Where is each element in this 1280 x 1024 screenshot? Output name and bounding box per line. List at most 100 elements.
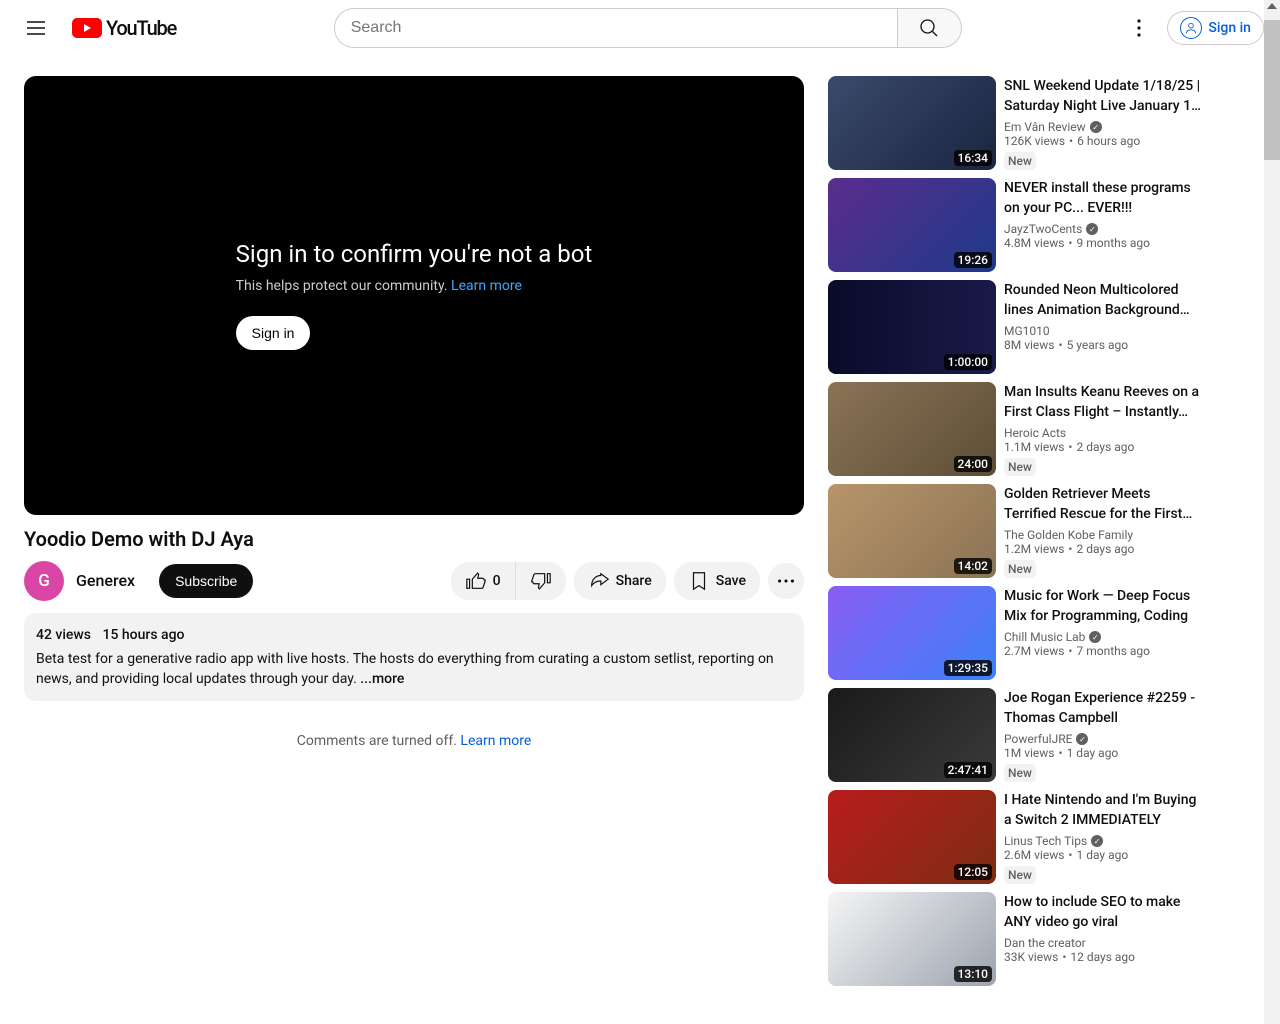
- suggestion-meta: NEVER install these programs on your PC.…: [1004, 178, 1230, 272]
- video-description[interactable]: 42 views 15 hours ago Beta test for a ge…: [24, 613, 804, 701]
- scroll-up-arrow-icon: [1267, 3, 1277, 9]
- channel-avatar[interactable]: G: [24, 561, 64, 601]
- suggestion-item[interactable]: 12:05 I Hate Nintendo and I'm Buying a S…: [828, 790, 1230, 884]
- suggestion-item[interactable]: 1:00:00 Rounded Neon Multicolored lines …: [828, 280, 1230, 374]
- player-learn-more-link[interactable]: Learn more: [451, 278, 522, 294]
- kebab-icon: [1127, 16, 1151, 40]
- duration-badge: 24:00: [954, 456, 992, 472]
- player-prompt-title: Sign in to confirm you're not a bot: [236, 240, 593, 268]
- more-actions-button[interactable]: [768, 563, 804, 599]
- new-badge: New: [1004, 560, 1036, 578]
- ellipsis-icon: [775, 570, 797, 592]
- suggestion-stats: 4.8M views•9 months ago: [1004, 236, 1206, 250]
- share-button[interactable]: Share: [574, 562, 666, 600]
- dislike-button[interactable]: [516, 562, 566, 600]
- suggestion-meta: Music for Work — Deep Focus Mix for Prog…: [1004, 586, 1230, 680]
- logo-text: YouTube: [106, 16, 176, 40]
- suggestion-item[interactable]: 14:02 Golden Retriever Meets Terrified R…: [828, 484, 1230, 578]
- duration-badge: 12:05: [954, 864, 992, 880]
- suggestion-item[interactable]: 13:10 How to include SEO to make ANY vid…: [828, 892, 1230, 986]
- duration-badge: 2:47:41: [944, 762, 992, 778]
- suggestion-item[interactable]: 2:47:41 Joe Rogan Experience #2259 - Tho…: [828, 688, 1230, 782]
- thumbs-up-icon: [465, 570, 487, 592]
- share-icon: [588, 570, 610, 592]
- thumbs-down-icon: [530, 570, 552, 592]
- suggestion-title: Golden Retriever Meets Terrified Rescue …: [1004, 484, 1206, 524]
- youtube-logo[interactable]: YouTube: [72, 16, 176, 40]
- header-left: YouTube: [16, 8, 176, 48]
- suggestion-item[interactable]: 19:26 NEVER install these programs on yo…: [828, 178, 1230, 272]
- comments-disabled: Comments are turned off. Learn more: [24, 701, 804, 781]
- suggestion-channel: Heroic Acts: [1004, 426, 1206, 440]
- suggestion-title: SNL Weekend Update 1/18/25 | Saturday Ni…: [1004, 76, 1206, 116]
- suggestion-title: Rounded Neon Multicolored lines Animatio…: [1004, 280, 1206, 320]
- video-player: Sign in to confirm you're not a bot This…: [24, 76, 804, 515]
- suggestion-title: How to include SEO to make ANY video go …: [1004, 892, 1206, 932]
- desc-more-button[interactable]: ...more: [360, 671, 404, 687]
- suggestion-thumbnail[interactable]: 19:26: [828, 178, 996, 272]
- like-button[interactable]: 0: [451, 562, 516, 600]
- suggestion-item[interactable]: 1:29:35 Music for Work — Deep Focus Mix …: [828, 586, 1230, 680]
- suggestion-meta: Man Insults Keanu Reeves on a First Clas…: [1004, 382, 1230, 476]
- duration-badge: 1:29:35: [944, 660, 992, 676]
- suggestion-thumbnail[interactable]: 2:47:41: [828, 688, 996, 782]
- youtube-icon: [72, 18, 102, 38]
- desc-body: Beta test for a generative radio app wit…: [36, 649, 792, 689]
- video-title: Yoodio Demo with DJ Aya: [24, 527, 804, 551]
- suggestions-column: 16:34 SNL Weekend Update 1/18/25 | Satur…: [828, 76, 1230, 994]
- new-badge: New: [1004, 866, 1036, 884]
- suggestion-item[interactable]: 16:34 SNL Weekend Update 1/18/25 | Satur…: [828, 76, 1230, 170]
- primary-column: Sign in to confirm you're not a bot This…: [24, 76, 804, 994]
- signin-button[interactable]: Sign in: [1167, 11, 1264, 45]
- suggestion-meta: I Hate Nintendo and I'm Buying a Switch …: [1004, 790, 1230, 884]
- desc-header: 42 views 15 hours ago: [36, 625, 792, 645]
- suggestion-meta: Rounded Neon Multicolored lines Animatio…: [1004, 280, 1230, 374]
- suggestion-channel: JayzTwoCents ✓: [1004, 222, 1206, 236]
- verified-icon: ✓: [1086, 223, 1098, 235]
- suggestion-stats: 2.6M views•1 day ago: [1004, 848, 1206, 862]
- suggestion-thumbnail[interactable]: 1:29:35: [828, 586, 996, 680]
- content: Sign in to confirm you're not a bot This…: [0, 56, 1280, 1014]
- suggestion-title: I Hate Nintendo and I'm Buying a Switch …: [1004, 790, 1206, 830]
- suggestion-stats: 1.1M views•2 days ago: [1004, 440, 1206, 454]
- duration-badge: 1:00:00: [944, 354, 992, 370]
- suggestion-meta: SNL Weekend Update 1/18/25 | Saturday Ni…: [1004, 76, 1230, 170]
- settings-button[interactable]: [1119, 8, 1159, 48]
- scrollbar[interactable]: [1264, 0, 1280, 1024]
- header: YouTube Sign in: [0, 0, 1280, 56]
- suggestion-stats: 126K views•6 hours ago: [1004, 134, 1206, 148]
- save-label: Save: [716, 573, 746, 589]
- suggestion-thumbnail[interactable]: 24:00: [828, 382, 996, 476]
- search-button[interactable]: [898, 8, 962, 48]
- user-icon: [1180, 17, 1202, 39]
- suggestion-thumbnail[interactable]: 1:00:00: [828, 280, 996, 374]
- suggestion-thumbnail[interactable]: 12:05: [828, 790, 996, 884]
- save-button[interactable]: Save: [674, 562, 760, 600]
- menu-button[interactable]: [16, 8, 56, 48]
- duration-badge: 13:10: [954, 966, 992, 982]
- suggestion-meta: Joe Rogan Experience #2259 - Thomas Camp…: [1004, 688, 1230, 782]
- suggestion-thumbnail[interactable]: 16:34: [828, 76, 996, 170]
- verified-icon: ✓: [1089, 631, 1101, 643]
- duration-badge: 19:26: [954, 252, 992, 268]
- suggestion-channel: Linus Tech Tips ✓: [1004, 834, 1206, 848]
- comments-learn-more-link[interactable]: Learn more: [460, 733, 531, 749]
- scrollbar-thumb[interactable]: [1264, 20, 1280, 160]
- suggestion-item[interactable]: 24:00 Man Insults Keanu Reeves on a Firs…: [828, 382, 1230, 476]
- suggestion-title: Music for Work — Deep Focus Mix for Prog…: [1004, 586, 1206, 626]
- hamburger-icon: [24, 16, 48, 40]
- player-signin-button[interactable]: Sign in: [236, 316, 311, 350]
- verified-icon: ✓: [1076, 733, 1088, 745]
- suggestion-stats: 1.2M views•2 days ago: [1004, 542, 1206, 556]
- channel-name[interactable]: Generex: [76, 571, 135, 590]
- suggestion-title: Joe Rogan Experience #2259 - Thomas Camp…: [1004, 688, 1206, 728]
- search-input[interactable]: [334, 8, 898, 48]
- header-right: Sign in: [1119, 8, 1264, 48]
- suggestion-thumbnail[interactable]: 13:10: [828, 892, 996, 986]
- header-center: [334, 8, 962, 48]
- subscribe-button[interactable]: Subscribe: [159, 564, 253, 598]
- duration-badge: 16:34: [954, 150, 992, 166]
- suggestion-thumbnail[interactable]: 14:02: [828, 484, 996, 578]
- suggestion-meta: How to include SEO to make ANY video go …: [1004, 892, 1230, 986]
- verified-icon: ✓: [1091, 835, 1103, 847]
